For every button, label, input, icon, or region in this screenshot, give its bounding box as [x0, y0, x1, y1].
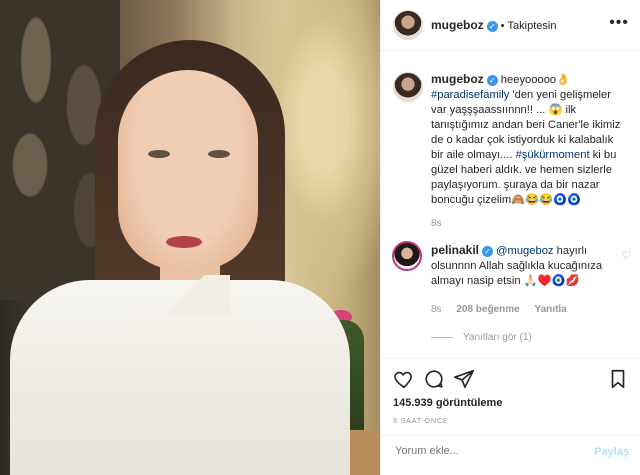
- ellipsis-icon[interactable]: •••: [609, 14, 629, 32]
- comments-list: mugeboz ✓ heeyooooo👌 #paradisefamily 'den…: [381, 50, 640, 358]
- separator-dot: •: [500, 20, 505, 32]
- post-actions: 145.939 görüntüleme 8 SAAT ÖNCE Paylaş: [381, 358, 640, 471]
- person-eye-right: [208, 150, 230, 158]
- replies-divider: [431, 336, 453, 338]
- verified-badge-icon: ✓: [486, 74, 498, 86]
- comment-like-heart-icon[interactable]: ♡: [621, 249, 631, 262]
- verified-badge-icon: ✓: [482, 245, 494, 257]
- caption-text: mugeboz ✓ heeyooooo👌 #paradisefamily 'den…: [431, 72, 627, 208]
- caption-part-1: heeyooooo👌: [500, 74, 571, 86]
- comment-meta: 8s 208 beğenme Yanıtla: [431, 304, 579, 315]
- follow-status[interactable]: Takiptesin: [508, 20, 557, 32]
- author-username[interactable]: mugeboz: [431, 18, 484, 32]
- instagram-post-view: mugeboz ✓ • Takiptesin ••• mugeboz ✓ heeyooo…: [0, 0, 640, 475]
- author-line: mugeboz ✓ • Takiptesin: [431, 18, 556, 32]
- heart-icon[interactable]: [393, 368, 415, 390]
- hashtag-paradisefamily[interactable]: #paradisefamily: [431, 89, 509, 101]
- comment-time: 8s: [431, 304, 442, 315]
- bookmark-icon[interactable]: [607, 368, 629, 390]
- caption-username[interactable]: mugeboz: [431, 72, 484, 86]
- caption-time: 8s: [431, 218, 442, 229]
- caption-author-avatar[interactable]: [393, 72, 423, 102]
- view-count[interactable]: 145.939 görüntüleme: [393, 397, 502, 409]
- reply-button[interactable]: Yanıtla: [535, 304, 567, 315]
- hashtag-sukurmoment[interactable]: #şükürmoment: [516, 149, 590, 161]
- shirt-collar: [150, 275, 230, 315]
- post-timestamp: 8 SAAT ÖNCE: [393, 416, 449, 425]
- view-replies[interactable]: Yanıtları gör (1): [431, 332, 532, 343]
- add-comment-bar: Paylaş: [381, 435, 640, 472]
- view-replies-label[interactable]: Yanıtları gör (1): [463, 332, 532, 343]
- mention-link[interactable]: @mugeboz: [496, 245, 553, 257]
- post-comment-button[interactable]: Paylaş: [594, 446, 629, 458]
- person-lips: [166, 236, 202, 248]
- commenter-username[interactable]: pelinakil: [431, 243, 479, 257]
- views-number: 145.939: [393, 397, 433, 409]
- person-eye-left: [148, 150, 170, 158]
- commenter-avatar[interactable]: [392, 241, 422, 271]
- post-side-panel: mugeboz ✓ • Takiptesin ••• mugeboz ✓ heeyooo…: [380, 0, 640, 475]
- verified-badge-icon: ✓: [486, 20, 498, 32]
- post-header: mugeboz ✓ • Takiptesin •••: [381, 0, 640, 51]
- comment-input[interactable]: [393, 444, 577, 458]
- views-label: görüntüleme: [435, 397, 503, 409]
- share-icon[interactable]: [453, 368, 475, 390]
- post-video[interactable]: [0, 0, 380, 475]
- author-avatar[interactable]: [393, 10, 423, 40]
- comment-text: pelinakil ✓ @mugeboz hayırlı olsunnnn All…: [431, 243, 613, 289]
- comment-icon[interactable]: [423, 368, 445, 390]
- comment-likes[interactable]: 208 beğenme: [456, 304, 519, 315]
